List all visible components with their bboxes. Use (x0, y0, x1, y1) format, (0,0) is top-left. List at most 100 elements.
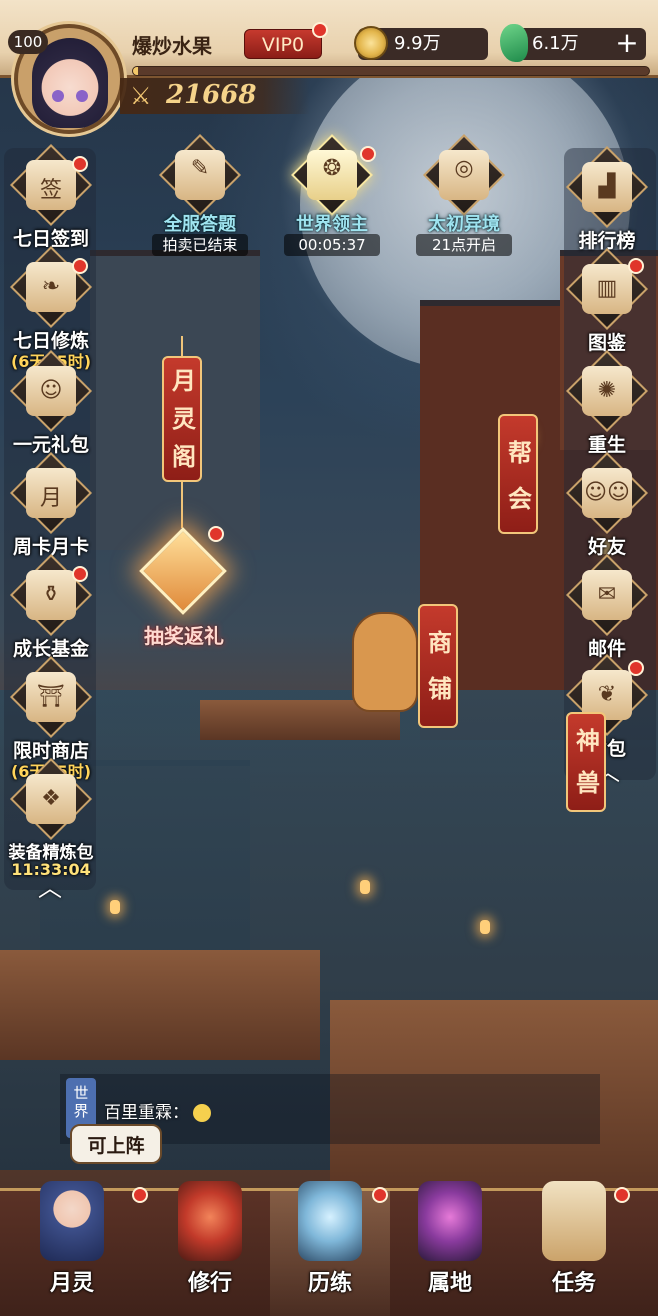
left-menu-growth-fund[interactable]: ⚱ 成长基金 (6, 553, 96, 660)
nav-label: 任务 (551, 1271, 596, 1296)
envelope-glyph-icon: ✉ (597, 582, 617, 607)
activity-label: 太初异境 (428, 214, 500, 235)
right-menu-mail[interactable]: ✉ 邮件 (562, 553, 652, 660)
banner-rope (181, 336, 183, 358)
right-menu-friends[interactable]: ☺☺ 好友 (562, 451, 652, 558)
player-name: 爆炒水果 (132, 34, 212, 58)
nav-quests[interactable]: 任务 (514, 1181, 634, 1316)
add-jade-button[interactable]: + (608, 28, 646, 60)
avatar-eye (52, 90, 64, 102)
bottom-navigation: 月灵 修行 历练 属地 任务 (0, 1181, 658, 1316)
notification-dot (628, 258, 644, 274)
scroll-icon: ❧ (41, 274, 61, 299)
draw-gift-button[interactable] (138, 526, 228, 616)
notification-dot (132, 1187, 148, 1203)
coin-counter[interactable]: 9.9万 (354, 26, 488, 60)
left-menu-weekly-card[interactable]: 月 周卡月卡 (6, 451, 96, 558)
nav-label: 属地 (427, 1271, 472, 1296)
left-menu-training[interactable]: ❧ 七日修炼 (6天05时) (6, 245, 96, 371)
jade-amount: 6.1万 (532, 33, 579, 54)
podium-glyph-icon: ▟ (598, 174, 616, 199)
left-menu-one-yuan-pack[interactable]: ☺ 一元礼包 (6, 349, 96, 456)
month-icon: 月 (39, 486, 62, 511)
notification-dot (628, 660, 644, 676)
coin-amount: 9.9万 (394, 33, 441, 54)
notification-dot (72, 156, 88, 172)
left-menu-refine-pack[interactable]: ❖ 装备精炼包 11:33:04 (6, 757, 96, 879)
crossed-swords-icon: ⚔ (130, 82, 152, 110)
activity-status: 21点开启 (416, 234, 512, 256)
nav-moon-spirit[interactable]: 月灵 (12, 1181, 148, 1316)
activity-quiz[interactable]: ✎ 全服答题 拍卖已结束 (140, 133, 260, 260)
combat-power: ⚔ 21668 (120, 78, 310, 114)
nav-trials[interactable]: 历练 (270, 1181, 390, 1316)
coin-icon (354, 26, 388, 60)
draw-gift-label: 抽奖返礼 (144, 624, 224, 648)
left-menu-limited-shop[interactable]: ⛩ 限时商店 (6天05时) (6, 655, 96, 781)
vip-notification-dot (312, 22, 328, 38)
right-menu-codex[interactable]: ▥ 图鉴 (562, 247, 652, 354)
avatar-portrait (32, 38, 108, 128)
banner-text: 帮会 (508, 438, 532, 513)
activity-primordial-realm[interactable]: ◎ 太初异境 21点开启 (404, 133, 524, 260)
notification-dot (614, 1187, 630, 1203)
shop-banner[interactable]: 商铺 (418, 604, 458, 728)
lantern (110, 900, 120, 914)
phoenix-glyph-icon: ✺ (597, 378, 617, 403)
top-bar: 100 爆炒水果 VIP0 9.9万 6.1万 + ⚔ 21668 (0, 0, 658, 134)
notification-dot (72, 258, 88, 274)
right-menu-ranking[interactable]: ▟ 排行榜 (562, 145, 652, 252)
brush-icon: 签 (39, 178, 62, 203)
experience-fill (133, 67, 139, 75)
deploy-hint-bubble[interactable]: 可上阵 (70, 1124, 162, 1164)
notification-dot (372, 1187, 388, 1203)
activity-status: 拍卖已结束 (152, 234, 248, 256)
nav-label: 修行 (187, 1271, 232, 1296)
lantern (480, 920, 490, 934)
right-menu-rebirth[interactable]: ✺ 重生 (562, 349, 652, 456)
jade-icon (500, 24, 528, 62)
left-menu-sign-in[interactable]: 签 七日签到 (6, 143, 96, 250)
moon-pavilion-banner[interactable]: 月灵阁 (162, 356, 202, 482)
girl-icon: ☺ (39, 378, 63, 403)
crossed-swords-crystal-icon (298, 1181, 362, 1261)
beast-mask-icon: ❂ (322, 156, 342, 181)
book-icon: ▥ (596, 276, 618, 301)
sleepy-emoji-icon (193, 1104, 211, 1122)
combat-power-value: 21668 (166, 80, 257, 110)
quest-scroll-icon (542, 1181, 606, 1261)
experience-bar (132, 66, 650, 76)
vortex-icon: ◎ (454, 156, 474, 181)
banner-rope (181, 482, 183, 528)
chat-channel-label: 世界 (73, 1084, 89, 1120)
portal-icon (418, 1181, 482, 1261)
flame-sword-icon (178, 1181, 242, 1261)
nav-cultivation[interactable]: 修行 (150, 1181, 270, 1316)
banner-text: 商铺 (428, 628, 452, 703)
moon-spirit-avatar-icon (40, 1181, 104, 1261)
chat-sender: 百里重霖： (104, 1103, 189, 1123)
chat-message: 百里重霖： (104, 1098, 211, 1123)
stall-icon: ⛩ (37, 684, 65, 709)
cat-shopkeeper (352, 612, 418, 712)
wooden-deck (0, 950, 320, 1060)
activity-label: 全服答题 (164, 214, 236, 235)
notification-dot (72, 566, 88, 582)
vip-badge[interactable]: VIP0 (244, 29, 322, 59)
divine-beast-banner[interactable]: 神兽 (566, 712, 606, 812)
nav-territory[interactable]: 属地 (390, 1181, 510, 1316)
banner-text: 神兽 (576, 726, 600, 797)
activity-label: 世界领主 (296, 214, 368, 235)
smile-icon: ☺☺ (584, 480, 630, 505)
pouch-glyph-icon: ❦ (597, 682, 617, 707)
collapse-left-menu-icon[interactable]: ︿ (38, 868, 62, 903)
avatar-eye (76, 90, 88, 102)
activity-world-boss[interactable]: ❂ 世界领主 00:05:37 (272, 133, 392, 260)
nav-label: 月灵 (49, 1271, 94, 1296)
nav-label: 历练 (307, 1271, 352, 1296)
pot-icon: ⚱ (41, 582, 61, 607)
notification-dot (208, 526, 224, 542)
activity-timer: 00:05:37 (284, 234, 380, 256)
guild-banner[interactable]: 帮会 (498, 414, 538, 534)
world-boss-notification-dot (360, 146, 376, 162)
